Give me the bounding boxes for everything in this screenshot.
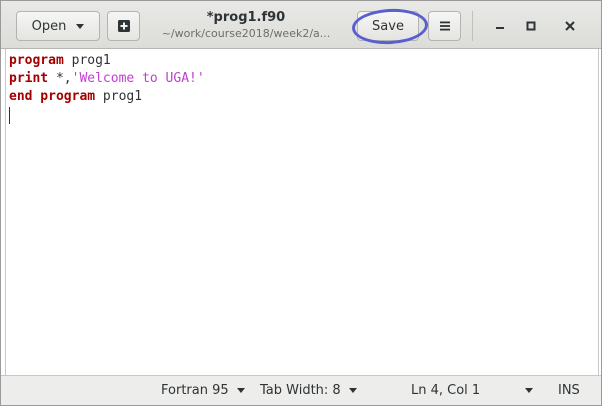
status-bar: Fortran 95 Tab Width: 8 Ln 4, Col 1 INS	[1, 375, 601, 405]
code-text: prog1	[95, 89, 143, 104]
maximize-icon	[526, 21, 536, 31]
new-document-button[interactable]	[107, 11, 140, 41]
minimize-button[interactable]	[487, 13, 513, 39]
document-path: ~/work/course2018/week2/a...	[161, 27, 331, 40]
code-line: program prog1	[9, 52, 598, 70]
code-text: prog1	[63, 53, 111, 68]
chevron-down-icon	[525, 388, 533, 393]
code-line: end program prog1	[9, 88, 598, 106]
cursor-position[interactable]: Ln 4, Col 1	[411, 376, 480, 405]
code-line	[9, 106, 598, 124]
chevron-down-icon	[76, 23, 85, 29]
code-line: print *,'Welcome to UGA!'	[9, 70, 598, 88]
code-string: 'Welcome to UGA!'	[71, 71, 205, 86]
new-document-icon	[117, 20, 130, 32]
header-bar: Open *prog1.f90 ~/work/course2018/week2/…	[1, 1, 601, 49]
close-icon	[565, 21, 575, 31]
chevron-down-icon	[348, 388, 357, 393]
language-selector[interactable]: Fortran 95	[161, 376, 245, 405]
insert-mode-label: INS	[558, 383, 580, 398]
code-keyword: program	[9, 53, 64, 68]
save-button[interactable]: Save	[357, 11, 419, 41]
close-button[interactable]	[557, 13, 583, 39]
code-keyword: end program	[9, 89, 96, 104]
text-cursor	[9, 107, 10, 124]
save-button-label: Save	[372, 18, 404, 34]
document-title: *prog1.f90	[206, 10, 286, 25]
header-separator	[472, 11, 473, 41]
open-button[interactable]: Open	[16, 11, 100, 41]
gedit-window: Open *prog1.f90 ~/work/course2018/week2/…	[0, 0, 602, 406]
tab-width-selector[interactable]: Tab Width: 8	[260, 376, 357, 405]
cursor-position-label: Ln 4, Col 1	[411, 383, 481, 398]
minimize-icon	[496, 27, 504, 29]
chevron-down-icon	[236, 388, 245, 393]
language-label: Fortran 95	[161, 383, 229, 398]
code-keyword: print	[9, 71, 49, 86]
menu-button[interactable]	[428, 11, 461, 41]
hamburger-menu-icon	[439, 21, 450, 31]
code-text: *,	[48, 71, 72, 86]
insert-mode-indicator: INS	[558, 376, 580, 405]
code-editor[interactable]: program prog1 print *,'Welcome to UGA!' …	[5, 49, 599, 375]
tab-width-label: Tab Width: 8	[260, 383, 341, 398]
window-title-block: *prog1.f90 ~/work/course2018/week2/a...	[151, 10, 341, 42]
maximize-button[interactable]	[518, 13, 544, 39]
cursor-position-dropdown[interactable]	[517, 376, 533, 405]
open-button-label: Open	[31, 18, 67, 34]
